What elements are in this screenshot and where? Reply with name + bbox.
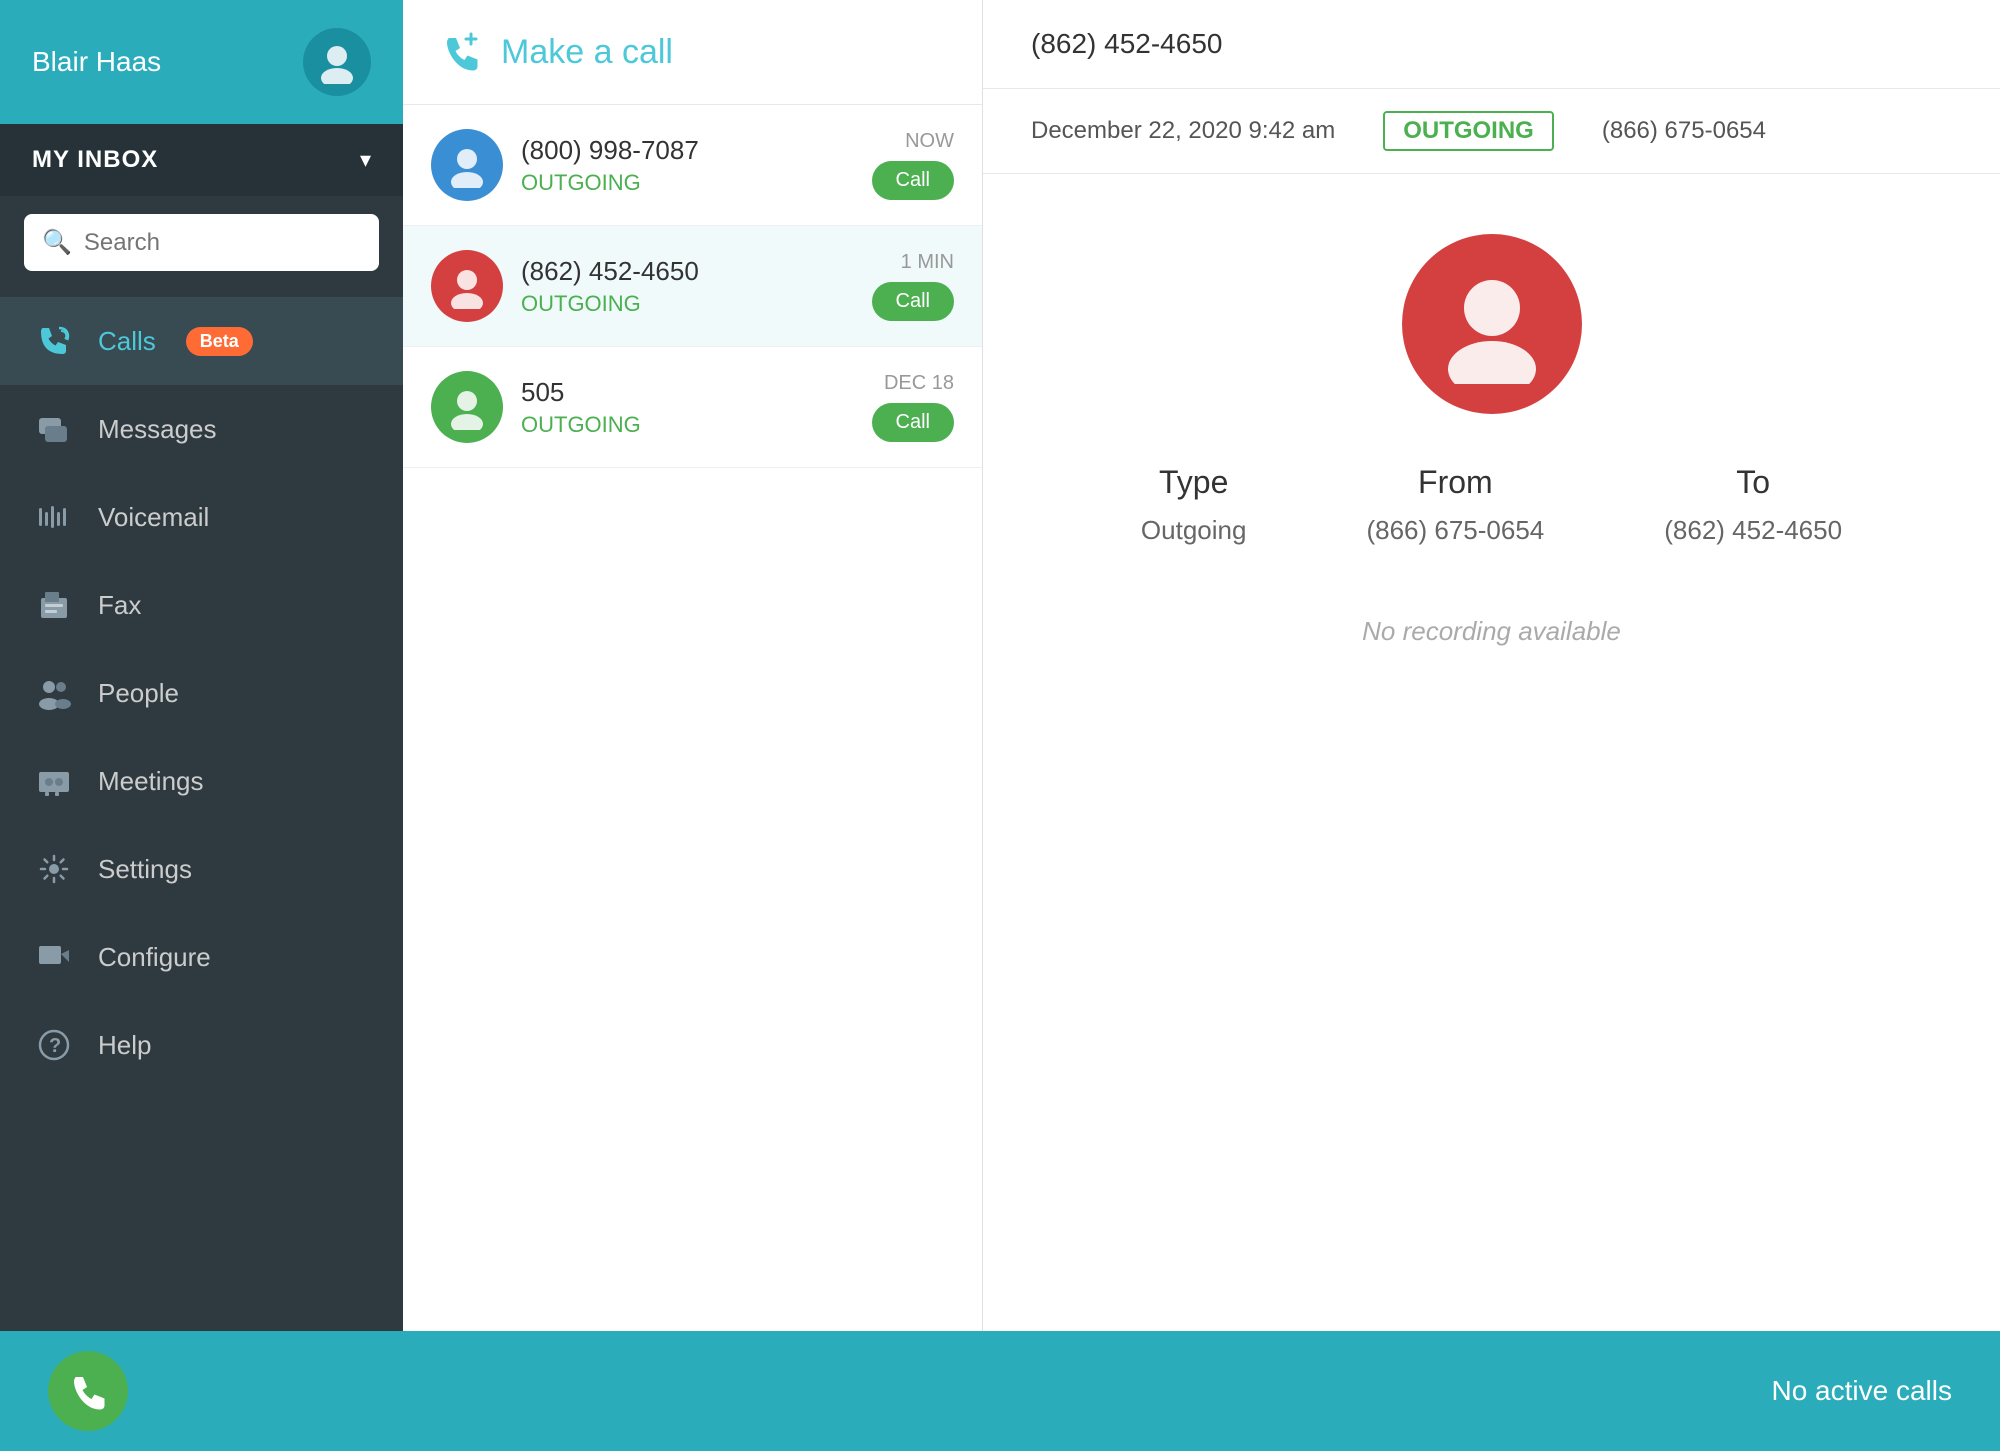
- avatar: [303, 28, 371, 96]
- messages-icon: [32, 407, 76, 451]
- configure-icon: [32, 935, 76, 979]
- sidebar-voicemail-label: Voicemail: [98, 502, 209, 533]
- calls-icon: [32, 319, 76, 363]
- call-time: DEC 18: [884, 372, 954, 395]
- main-area: Blair Haas MY INBOX ▾ 🔍: [0, 0, 2000, 1331]
- no-active-calls-label: No active calls: [1771, 1375, 1952, 1407]
- detail-from-col: From (866) 675-0654: [1366, 464, 1544, 546]
- sidebar-item-messages[interactable]: Messages: [0, 385, 403, 473]
- inbox-label: MY INBOX: [32, 146, 158, 174]
- detail-from-value: (866) 675-0654: [1366, 515, 1544, 546]
- search-input[interactable]: [84, 229, 361, 257]
- call-item[interactable]: (862) 452-4650 OUTGOING 1 MIN Call: [403, 226, 982, 347]
- sidebar-item-configure[interactable]: Configure: [0, 913, 403, 1001]
- search-icon: 🔍: [42, 228, 72, 257]
- detail-to-label: To: [1736, 464, 1770, 501]
- detail-info-row: Type Outgoing From (866) 675-0654 To (86…: [1141, 464, 1842, 546]
- app-container: Blair Haas MY INBOX ▾ 🔍: [0, 0, 2000, 1451]
- call-avatar: [431, 250, 503, 322]
- sidebar-fax-label: Fax: [98, 590, 141, 621]
- settings-icon: [32, 847, 76, 891]
- sidebar-item-fax[interactable]: Fax: [0, 561, 403, 649]
- inbox-selector[interactable]: MY INBOX ▾: [0, 124, 403, 196]
- detail-type-col: Type Outgoing: [1141, 464, 1247, 546]
- help-icon: ?: [32, 1023, 76, 1067]
- sidebar-item-help[interactable]: ? Help: [0, 1001, 403, 1089]
- bottom-bar: No active calls: [0, 1331, 2000, 1451]
- sidebar-help-label: Help: [98, 1030, 151, 1061]
- detail-panel: (862) 452-4650 December 22, 2020 9:42 am…: [983, 0, 2000, 1331]
- sidebar-item-settings[interactable]: Settings: [0, 825, 403, 913]
- detail-subheader: December 22, 2020 9:42 am OUTGOING (866)…: [983, 89, 2000, 174]
- sidebar-item-meetings[interactable]: Meetings: [0, 737, 403, 825]
- svg-text:?: ?: [49, 1035, 61, 1057]
- call-meta: 1 MIN Call: [872, 251, 954, 321]
- sidebar-meetings-label: Meetings: [98, 766, 204, 797]
- call-item[interactable]: 505 OUTGOING DEC 18 Call: [403, 347, 982, 468]
- detail-type-value: Outgoing: [1141, 515, 1247, 546]
- meetings-icon: [32, 759, 76, 803]
- detail-contact-avatar: [1402, 234, 1582, 414]
- sidebar-username: Blair Haas: [32, 46, 161, 78]
- make-call-header: Make a call: [403, 0, 982, 105]
- call-info: (862) 452-4650 OUTGOING: [521, 256, 854, 317]
- sidebar-header: Blair Haas: [0, 0, 403, 124]
- detail-status-badge: OUTGOING: [1383, 111, 1554, 151]
- sidebar-calls-label: Calls: [98, 326, 156, 357]
- call-meta: NOW Call: [872, 130, 954, 200]
- call-direction: OUTGOING: [521, 412, 854, 438]
- sidebar-item-calls[interactable]: Calls Beta: [0, 297, 403, 385]
- search-box: 🔍: [24, 214, 379, 271]
- call-meta: DEC 18 Call: [872, 372, 954, 442]
- sidebar-item-people[interactable]: People: [0, 649, 403, 737]
- call-direction: OUTGOING: [521, 291, 854, 317]
- sidebar-nav: Calls Beta Messages: [0, 289, 403, 1331]
- detail-type-label: Type: [1159, 464, 1228, 501]
- sidebar-messages-label: Messages: [98, 414, 217, 445]
- call-number: (800) 998-7087: [521, 135, 854, 166]
- calls-beta-badge: Beta: [186, 327, 253, 356]
- call-direction: OUTGOING: [521, 170, 854, 196]
- make-call-label: Make a call: [501, 33, 673, 72]
- detail-phone: (862) 452-4650: [1031, 28, 1222, 60]
- call-number: 505: [521, 377, 854, 408]
- sidebar: Blair Haas MY INBOX ▾ 🔍: [0, 0, 403, 1331]
- detail-from-label: From: [1418, 464, 1493, 501]
- call-info: 505 OUTGOING: [521, 377, 854, 438]
- detail-body: Type Outgoing From (866) 675-0654 To (86…: [983, 174, 2000, 1331]
- call-button[interactable]: Call: [872, 161, 954, 200]
- make-call-icon: [439, 30, 483, 74]
- call-items-list: (800) 998-7087 OUTGOING NOW Call: [403, 105, 982, 1331]
- call-number: (862) 452-4650: [521, 256, 854, 287]
- detail-header-from: (866) 675-0654: [1602, 117, 1766, 145]
- detail-to-col: To (862) 452-4650: [1664, 464, 1842, 546]
- sidebar-settings-label: Settings: [98, 854, 192, 885]
- detail-no-recording: No recording available: [1362, 616, 1621, 647]
- sidebar-people-label: People: [98, 678, 179, 709]
- sidebar-item-voicemail[interactable]: Voicemail: [0, 473, 403, 561]
- call-item[interactable]: (800) 998-7087 OUTGOING NOW Call: [403, 105, 982, 226]
- call-button[interactable]: Call: [872, 282, 954, 321]
- call-avatar: [431, 129, 503, 201]
- call-info: (800) 998-7087 OUTGOING: [521, 135, 854, 196]
- call-time: NOW: [905, 130, 954, 153]
- call-button[interactable]: Call: [872, 403, 954, 442]
- call-list-panel: Make a call (800) 998-7087 OUTGOING: [403, 0, 983, 1331]
- bottom-call-button[interactable]: [48, 1351, 128, 1431]
- sidebar-configure-label: Configure: [98, 942, 211, 973]
- detail-header: (862) 452-4650: [983, 0, 2000, 89]
- fax-icon: [32, 583, 76, 627]
- inbox-dropdown-icon: ▾: [360, 147, 371, 173]
- voicemail-icon: [32, 495, 76, 539]
- search-container: 🔍: [0, 196, 403, 289]
- call-time: 1 MIN: [901, 251, 954, 274]
- people-icon: [32, 671, 76, 715]
- detail-datetime: December 22, 2020 9:42 am: [1031, 117, 1335, 145]
- call-avatar: [431, 371, 503, 443]
- detail-to-value: (862) 452-4650: [1664, 515, 1842, 546]
